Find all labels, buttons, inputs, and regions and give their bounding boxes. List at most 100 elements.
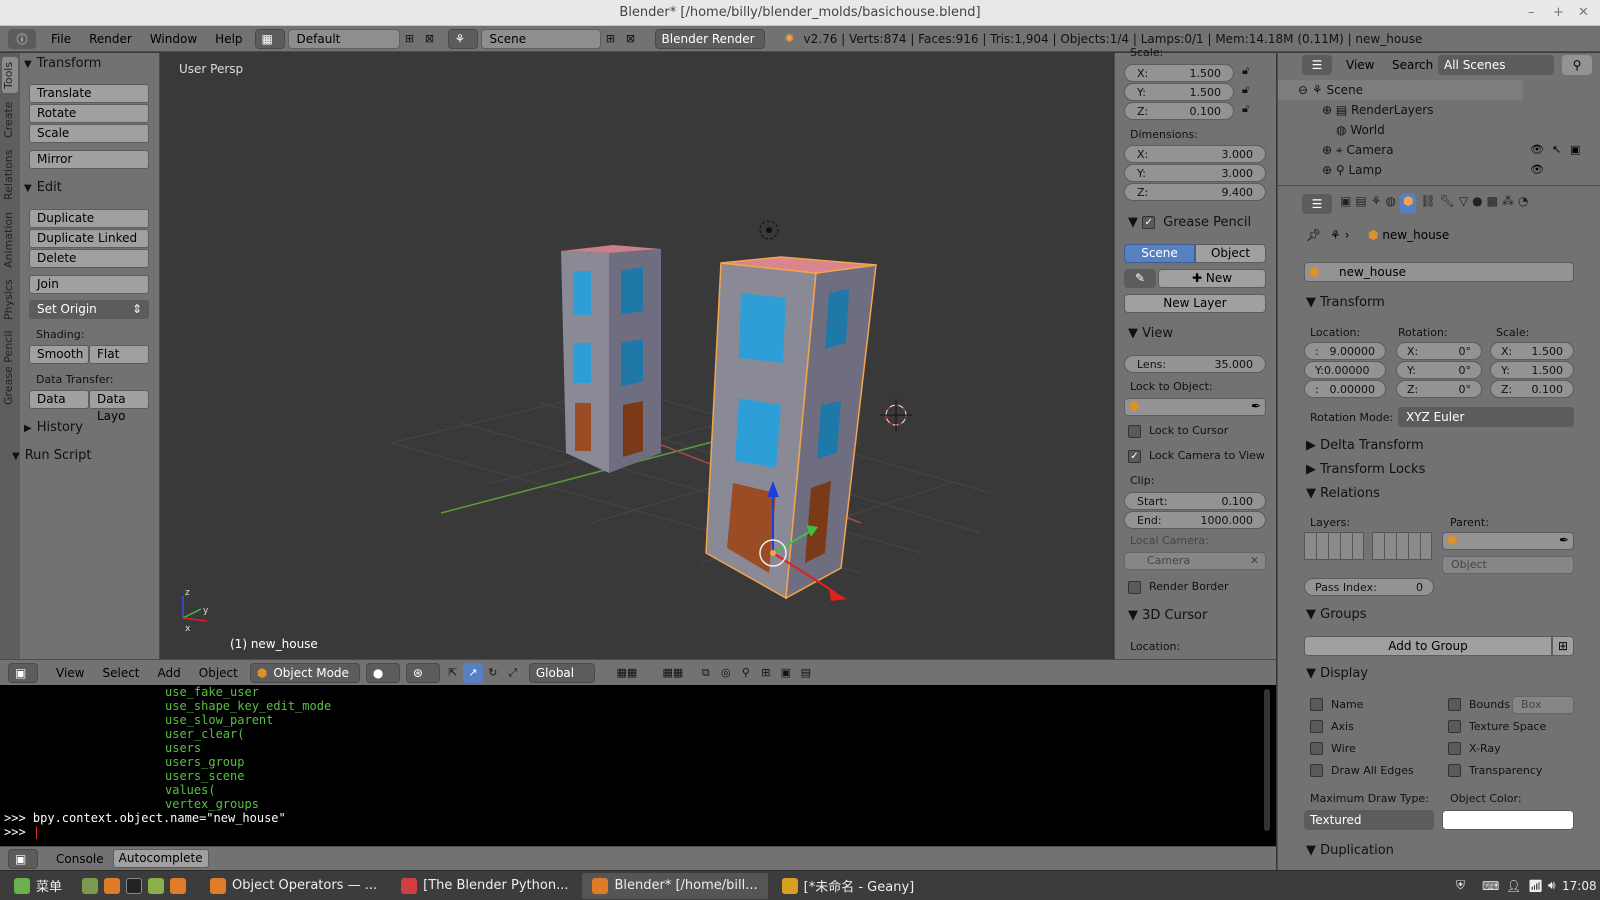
outliner-menu-view[interactable]: View <box>1346 58 1374 72</box>
renderlayers-tab-icon[interactable]: ▤ <box>1355 194 1366 214</box>
wifi-icon[interactable]: 📶︎ <box>1528 879 1543 893</box>
scene-canvas[interactable]: z y x <box>161 53 1114 659</box>
material-tab-icon[interactable]: ● <box>1472 194 1482 214</box>
outliner-item-scene[interactable]: ⊖ ⚘ Scene <box>1298 83 1363 97</box>
xray-checkbox[interactable]: X-Ray <box>1448 742 1501 755</box>
shield-icon[interactable]: ⛨ <box>1456 878 1465 893</box>
data-tab-icon[interactable]: ▽ <box>1459 194 1468 214</box>
smooth-button[interactable]: Smooth <box>29 345 89 364</box>
translate-button[interactable]: Translate <box>29 84 149 103</box>
rotation-y-field[interactable]: Y: 0° <box>1396 361 1482 379</box>
scale-y-field[interactable]: Y: 1.500 <box>1124 83 1234 101</box>
house-left[interactable] <box>561 245 661 473</box>
minimize-button[interactable]: – <box>1528 0 1535 26</box>
scale-x-field[interactable]: X: 1.500 <box>1124 64 1234 82</box>
scale-props-y-field[interactable]: Y: 1.500 <box>1490 361 1574 379</box>
task-blender[interactable]: Blender* [/home/bill... <box>582 872 768 899</box>
snap-target-icon[interactable]: ⊞ <box>756 663 776 683</box>
display-section-header[interactable]: ▼ Display <box>1306 666 1368 681</box>
duplication-section-header[interactable]: ▼ Duplication <box>1306 843 1394 858</box>
tab-tools[interactable]: Tools <box>2 57 18 93</box>
editor-type-icon[interactable]: ▣ <box>8 662 38 683</box>
render-engine-select[interactable]: Blender Render <box>654 28 765 49</box>
task-geany[interactable]: [*未命名 - Geany] <box>772 873 925 899</box>
grease-pencil-new-button[interactable]: ✚ New <box>1158 269 1266 288</box>
clip-end-field[interactable]: End: 1000.000 <box>1124 511 1266 529</box>
world-tab-icon[interactable]: ◍ <box>1385 194 1395 214</box>
duplicate-button[interactable]: Duplicate <box>29 209 149 228</box>
bounds-checkbox[interactable]: Bounds <box>1448 698 1510 711</box>
display-name-checkbox[interactable]: Name <box>1310 698 1363 711</box>
info-editor-icon[interactable]: ⓘ <box>8 28 36 49</box>
task-blender-python[interactable]: [The Blender Python... <box>391 873 578 899</box>
mirror-button[interactable]: Mirror <box>29 150 149 169</box>
autocomplete-button[interactable]: Autocomplete <box>112 849 209 868</box>
duplicate-linked-button[interactable]: Duplicate Linked <box>29 229 149 248</box>
screen-layout-field[interactable]: Default <box>287 28 400 49</box>
location-z-field[interactable]: :0.00000 <box>1304 380 1386 398</box>
start-menu-button[interactable]: 菜单 <box>4 873 72 899</box>
outliner-item-world[interactable]: ◍ World <box>1336 123 1385 137</box>
scene-icon[interactable]: ⚘ <box>447 28 478 49</box>
select-cursor-icon[interactable]: ↖ <box>1552 143 1561 156</box>
search-icon[interactable]: ⚲ <box>1562 55 1592 75</box>
render-border-checkbox[interactable]: Render Border <box>1128 580 1229 594</box>
visibility-eye-icon[interactable]: 👁︎ <box>1530 143 1544 156</box>
menu-console[interactable]: Console <box>47 852 113 866</box>
grease-pencil-panel-header[interactable]: ▼ ✓ Grease Pencil <box>1128 215 1251 230</box>
object-name-field[interactable]: ⬢ new_house <box>1304 262 1574 282</box>
menu-select[interactable]: Select <box>93 666 148 680</box>
menu-help[interactable]: Help <box>206 32 251 46</box>
pivot-icon[interactable]: ⊛ <box>405 662 440 683</box>
rotation-z-field[interactable]: Z: 0° <box>1396 380 1482 398</box>
tab-physics[interactable]: Physics <box>2 277 18 323</box>
add-scene-icon[interactable]: ⊞ <box>601 29 621 49</box>
mode-select[interactable]: ⬢ Object Mode <box>249 662 360 683</box>
blender-launcher-icon[interactable] <box>170 877 187 894</box>
pin-icon[interactable]: 📌︎ <box>1306 228 1321 242</box>
outliner-item-renderlayers[interactable]: ⊕ ▤ RenderLayers <box>1322 103 1433 117</box>
properties-editor-icon[interactable]: ☰ <box>1302 194 1332 214</box>
render-camera-icon[interactable]: ▣ <box>1570 143 1580 156</box>
add-to-group-button[interactable]: Add to Group <box>1304 636 1552 656</box>
parent-type-select[interactable]: Object <box>1442 556 1574 574</box>
3d-viewport[interactable]: z y x <box>161 53 1114 659</box>
visibility-eye-icon[interactable]: 👁︎ <box>1530 163 1544 176</box>
relations-section-header[interactable]: ▼ Relations <box>1306 486 1380 501</box>
modifiers-tab-icon[interactable]: 🔧︎ <box>1440 194 1455 214</box>
scale-props-z-field[interactable]: Z: 0.100 <box>1490 380 1574 398</box>
3d-cursor-icon[interactable] <box>880 399 912 431</box>
dimensions-y-field[interactable]: Y: 3.000 <box>1124 164 1266 182</box>
outliner-editor-icon[interactable]: ☰ <box>1302 55 1332 75</box>
lock-icon[interactable]: 🔓︎ <box>1242 83 1249 97</box>
view-panel-header[interactable]: ▼ View <box>1128 326 1173 341</box>
menu-render[interactable]: Render <box>80 32 141 46</box>
lens-field[interactable]: Lens: 35.000 <box>1124 355 1266 373</box>
file-manager-icon[interactable] <box>148 877 165 894</box>
add-screen-icon[interactable]: ⊞ <box>400 29 420 49</box>
tab-animation[interactable]: Animation <box>2 209 18 271</box>
user-icon[interactable]: 👤︎ <box>1506 879 1521 893</box>
console-editor-icon[interactable]: ▣ <box>8 848 38 869</box>
outliner-menu-search[interactable]: Search <box>1392 58 1433 72</box>
scene-tab-icon[interactable]: ⚘ <box>1371 194 1382 214</box>
menu-object[interactable]: Object <box>190 666 247 680</box>
shading-mode-icon[interactable]: ● <box>365 662 400 683</box>
render-tab-icon[interactable]: ▣ <box>1340 194 1351 214</box>
scene-field[interactable]: Scene <box>480 28 601 49</box>
firefox-icon[interactable] <box>104 877 121 894</box>
new-layer-button[interactable]: New Layer <box>1124 294 1266 313</box>
rotate-button[interactable]: Rotate <box>29 104 149 123</box>
bounds-type-select[interactable]: Box <box>1512 696 1574 714</box>
house-selected[interactable] <box>705 256 877 600</box>
menu-view[interactable]: View <box>47 666 93 680</box>
grease-pencil-object-tab[interactable]: Object <box>1195 244 1266 263</box>
local-camera-field[interactable]: Camera ✕ <box>1124 552 1266 570</box>
eyedropper-icon[interactable]: ✒ <box>1251 399 1261 413</box>
lock-icon[interactable]: 🔓︎ <box>1242 102 1249 116</box>
object-tab-icon[interactable]: ⬢ <box>1399 194 1417 214</box>
layers-icon[interactable]: ▦▦ <box>604 663 650 683</box>
layers-grid[interactable] <box>1372 532 1432 560</box>
flat-button[interactable]: Flat <box>89 345 149 364</box>
menu-window[interactable]: Window <box>141 32 206 46</box>
